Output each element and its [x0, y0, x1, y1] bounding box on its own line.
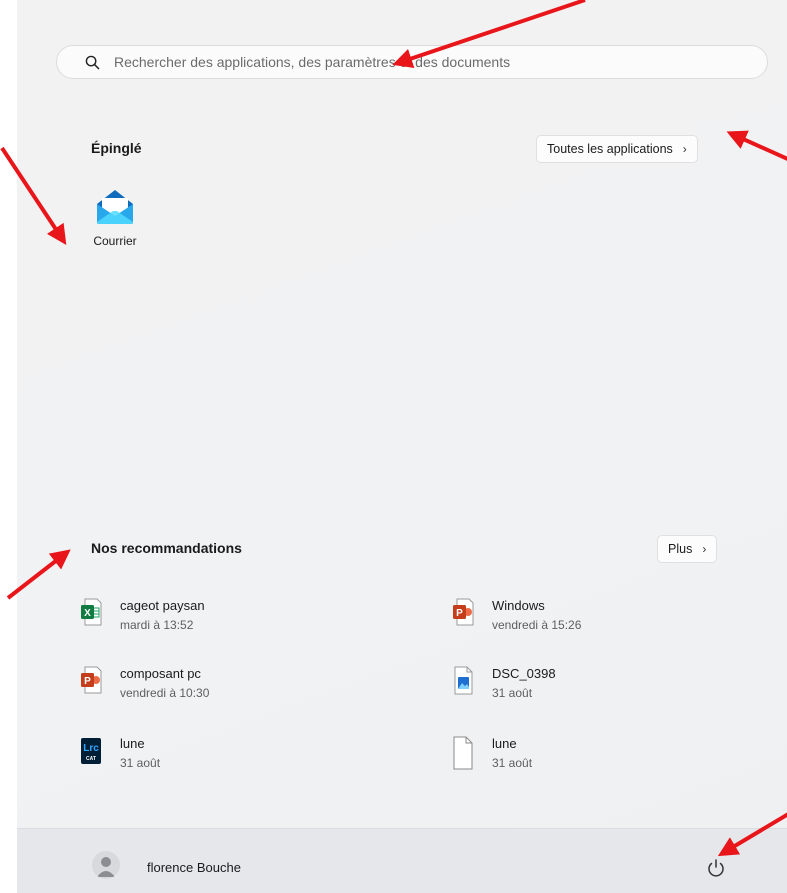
- all-apps-label: Toutes les applications: [547, 142, 673, 156]
- recommended-item-name: cageot paysan: [120, 598, 205, 613]
- image-file-icon: [454, 666, 473, 695]
- powerpoint-file-icon: P: [453, 598, 474, 626]
- svg-text:P: P: [456, 608, 463, 619]
- mail-icon: [97, 190, 133, 224]
- pinned-section-title: Épinglé: [91, 140, 142, 156]
- recommended-item[interactable]: lune 31 août: [452, 736, 532, 771]
- search-box[interactable]: Rechercher des applications, des paramèt…: [56, 45, 768, 79]
- power-icon[interactable]: [705, 857, 727, 879]
- user-name[interactable]: florence Bouche: [147, 860, 241, 875]
- search-icon: [85, 55, 100, 69]
- chevron-right-icon: ›: [702, 542, 707, 556]
- recommended-item[interactable]: DSC_0398 31 août: [452, 666, 556, 701]
- chevron-right-icon: ›: [682, 142, 687, 156]
- recommended-item-name: lune: [120, 736, 145, 751]
- recommended-item-time: vendredi à 10:30: [120, 686, 210, 700]
- start-menu: Rechercher des applications, des paramèt…: [17, 0, 787, 893]
- recommended-item-name: composant pc: [120, 666, 201, 681]
- recommended-item-time: 31 août: [120, 756, 161, 770]
- recommended-item[interactable]: P Windows vendredi à 15:26: [452, 598, 581, 633]
- avatar[interactable]: [92, 851, 120, 879]
- recommended-item[interactable]: P composant pc vendredi à 10:30: [80, 666, 209, 701]
- recommended-item-time: mardi à 13:52: [120, 618, 194, 632]
- svg-text:Lrc: Lrc: [83, 743, 99, 754]
- svg-text:CAT: CAT: [86, 756, 96, 762]
- powerpoint-file-icon: P: [81, 666, 102, 694]
- recommended-section-title: Nos recommandations: [91, 540, 242, 556]
- user-icon: [97, 857, 115, 877]
- lightroom-catalog-icon: Lrc CAT: [81, 738, 101, 764]
- recommended-item-name: lune: [492, 736, 517, 751]
- recommended-item-name: DSC_0398: [492, 666, 556, 681]
- svg-text:X: X: [84, 608, 91, 619]
- pinned-app-label: Courrier: [93, 234, 137, 248]
- start-footer: florence Bouche: [17, 828, 787, 893]
- blank-file-icon: [453, 736, 473, 770]
- excel-file-icon: X: [81, 598, 102, 626]
- pinned-app-mail[interactable]: Courrier: [80, 188, 150, 248]
- recommended-item-time: vendredi à 15:26: [492, 618, 582, 632]
- recommended-item[interactable]: X cageot paysan mardi à 13:52: [80, 598, 205, 633]
- svg-text:P: P: [84, 676, 91, 687]
- all-apps-button[interactable]: Toutes les applications ›: [536, 135, 698, 163]
- more-label: Plus: [668, 542, 693, 556]
- recommended-item-time: 31 août: [492, 686, 533, 700]
- recommended-item-time: 31 août: [492, 756, 533, 770]
- recommended-item-name: Windows: [492, 598, 545, 613]
- recommended-item[interactable]: Lrc CAT lune 31 août: [80, 736, 160, 771]
- search-input[interactable]: Rechercher des applications, des paramèt…: [114, 54, 510, 70]
- more-button[interactable]: Plus ›: [657, 535, 718, 563]
